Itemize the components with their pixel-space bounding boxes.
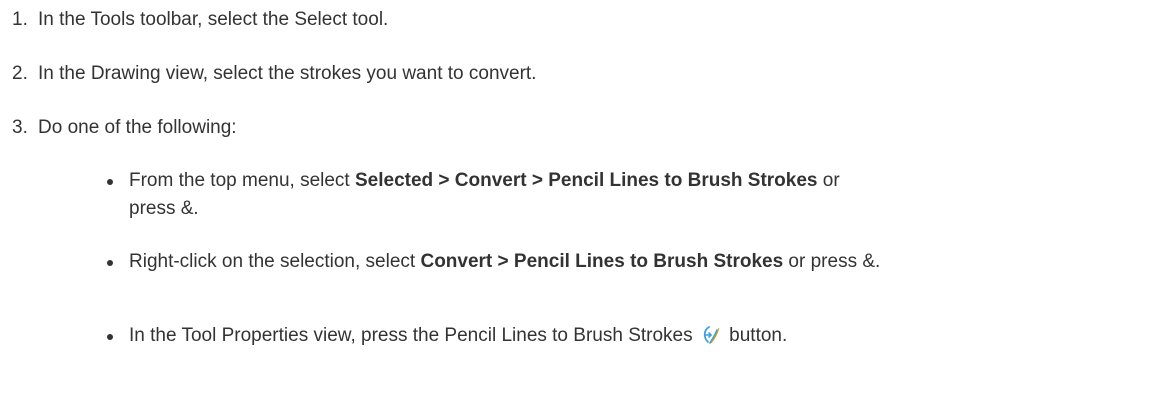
step-number: 1. — [12, 9, 28, 30]
option-lead: In the Tool Properties view, press the P… — [129, 325, 693, 346]
step-text: In the Drawing view, select the strokes … — [38, 63, 537, 84]
step-text: Do one of the following: — [38, 117, 237, 138]
option-lead: Right-click on the selection, select — [129, 251, 421, 272]
bullet-dot — [107, 260, 113, 266]
step-2: 2. In the Drawing view, select the stroke… — [12, 60, 536, 88]
option-text-continued: press &. — [129, 198, 199, 219]
option-connector: or — [817, 170, 840, 191]
bullet-dot — [107, 179, 113, 185]
option-text: From the top menu, select Selected > Con… — [129, 167, 840, 195]
step-1: 1. In the Tools toolbar, select the Selec… — [12, 6, 388, 34]
option-lead: From the top menu, select — [129, 170, 355, 191]
option-tail: button. — [729, 325, 788, 346]
menu-path: Convert > Pencil Lines to Brush Strokes — [420, 251, 784, 272]
step-number: 3. — [12, 117, 28, 138]
bullet-dot — [107, 334, 113, 340]
step-3: 3. Do one of the following: — [12, 114, 237, 142]
option-tail: or press &. — [783, 251, 881, 272]
menu-path: Selected > Convert > Pencil Lines to Bru… — [355, 170, 818, 191]
step-number: 2. — [12, 63, 28, 84]
option-text: In the Tool Properties view, press the P… — [129, 322, 787, 350]
pencil-to-brush-icon — [700, 325, 722, 345]
step-text: In the Tools toolbar, select the Select … — [38, 9, 389, 30]
option-text: Right-click on the selection, select Con… — [129, 248, 880, 276]
